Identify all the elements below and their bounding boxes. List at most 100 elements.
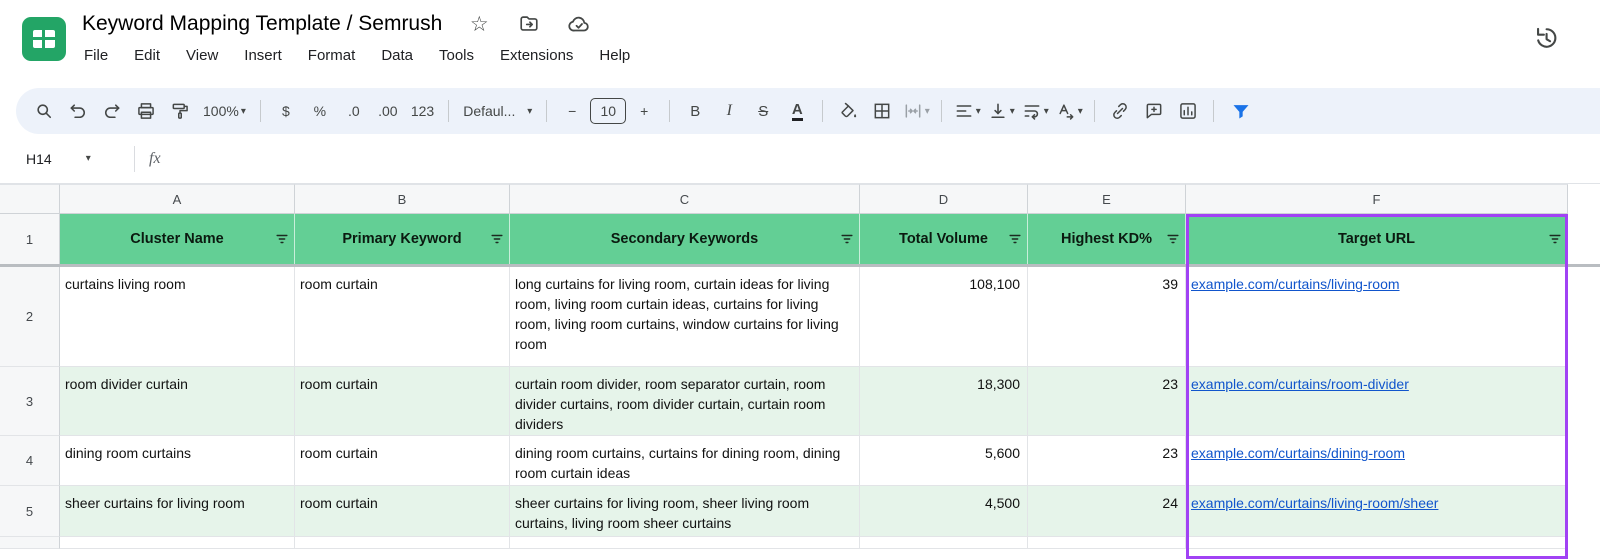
italic-button[interactable]: I <box>713 95 745 127</box>
cell-highest-kd[interactable]: 39 <box>1028 267 1186 367</box>
name-box[interactable]: H14 ▾ <box>0 151 130 167</box>
menu-data[interactable]: Data <box>381 47 413 64</box>
row-number[interactable] <box>0 537 60 549</box>
header-cell-secondary-keywords[interactable]: Secondary Keywords <box>510 214 860 264</box>
sheets-logo-icon[interactable] <box>22 17 66 61</box>
strikethrough-button[interactable]: S <box>747 95 779 127</box>
menu-tools[interactable]: Tools <box>439 47 474 64</box>
filter-icon[interactable] <box>1548 232 1562 246</box>
cloud-status-icon[interactable] <box>566 11 592 37</box>
insert-link-icon[interactable] <box>1104 95 1136 127</box>
column-header-c[interactable]: C <box>510 184 860 214</box>
target-url-link[interactable]: example.com/curtains/room-divider <box>1191 376 1409 392</box>
insert-chart-icon[interactable] <box>1172 95 1204 127</box>
cell-primary-keyword[interactable]: room curtain <box>295 267 510 367</box>
undo-icon[interactable] <box>62 95 94 127</box>
version-history-icon[interactable] <box>1530 22 1562 54</box>
cell-total-volume[interactable]: 5,600 <box>860 436 1028 486</box>
fill-color-icon[interactable] <box>832 95 864 127</box>
menu-edit[interactable]: Edit <box>134 47 160 64</box>
filter-icon[interactable] <box>1008 232 1022 246</box>
cell-empty[interactable] <box>1186 537 1568 549</box>
row-number[interactable]: 2 <box>0 267 60 367</box>
cell-total-volume[interactable]: 108,100 <box>860 267 1028 367</box>
star-icon[interactable]: ☆ <box>466 11 492 37</box>
cell-empty[interactable] <box>860 537 1028 549</box>
font-size-input[interactable]: 10 <box>590 98 627 124</box>
text-color-button[interactable]: A <box>781 95 813 127</box>
cell-highest-kd[interactable]: 24 <box>1028 486 1186 537</box>
decrease-font-size-button[interactable]: − <box>556 95 588 127</box>
cell-empty[interactable] <box>295 537 510 549</box>
vertical-align-icon[interactable]: ▾ <box>985 95 1017 127</box>
row-number[interactable]: 3 <box>0 367 60 436</box>
format-currency-button[interactable]: $ <box>270 95 302 127</box>
header-cell-target-url[interactable]: Target URL <box>1186 214 1568 264</box>
cell-highest-kd[interactable]: 23 <box>1028 367 1186 436</box>
insert-comment-icon[interactable] <box>1138 95 1170 127</box>
cell-secondary-keywords[interactable]: dining room curtains, curtains for dinin… <box>510 436 860 486</box>
column-header-b[interactable]: B <box>295 184 510 214</box>
search-icon[interactable] <box>28 95 60 127</box>
cell-cluster-name[interactable]: room divider curtain <box>60 367 295 436</box>
cell-cluster-name[interactable]: dining room curtains <box>60 436 295 486</box>
text-rotation-icon[interactable]: ▾ <box>1053 95 1085 127</box>
cell-primary-keyword[interactable]: room curtain <box>295 486 510 537</box>
row-number[interactable]: 1 <box>0 214 60 264</box>
cell-target-url[interactable]: example.com/curtains/dining-room <box>1186 436 1568 486</box>
font-select[interactable]: Defaul... ▾ <box>458 95 537 127</box>
target-url-link[interactable]: example.com/curtains/living-room/sheer <box>1191 495 1438 511</box>
menu-extensions[interactable]: Extensions <box>500 47 573 64</box>
cell-empty[interactable] <box>510 537 860 549</box>
increase-decimals-button[interactable]: .00 <box>372 95 404 127</box>
move-folder-icon[interactable] <box>516 11 542 37</box>
decrease-decimals-button[interactable]: .0 <box>338 95 370 127</box>
column-header-d[interactable]: D <box>860 184 1028 214</box>
row-number[interactable]: 5 <box>0 486 60 537</box>
cell-cluster-name[interactable]: sheer curtains for living room <box>60 486 295 537</box>
menu-format[interactable]: Format <box>308 47 356 64</box>
cell-empty[interactable] <box>60 537 295 549</box>
horizontal-align-icon[interactable]: ▾ <box>951 95 983 127</box>
cell-highest-kd[interactable]: 23 <box>1028 436 1186 486</box>
filter-icon[interactable] <box>490 232 504 246</box>
menu-file[interactable]: File <box>84 47 108 64</box>
cell-primary-keyword[interactable]: room curtain <box>295 436 510 486</box>
document-title[interactable]: Keyword Mapping Template / Semrush <box>82 12 442 36</box>
filter-icon[interactable] <box>840 232 854 246</box>
menu-insert[interactable]: Insert <box>244 47 282 64</box>
cell-primary-keyword[interactable]: room curtain <box>295 367 510 436</box>
cell-total-volume[interactable]: 18,300 <box>860 367 1028 436</box>
header-cell-highest-kd[interactable]: Highest KD% <box>1028 214 1186 264</box>
header-cell-cluster-name[interactable]: Cluster Name <box>60 214 295 264</box>
cell-secondary-keywords[interactable]: curtain room divider, room separator cur… <box>510 367 860 436</box>
menu-view[interactable]: View <box>186 47 218 64</box>
cell-total-volume[interactable]: 4,500 <box>860 486 1028 537</box>
cell-cluster-name[interactable]: curtains living room <box>60 267 295 367</box>
print-icon[interactable] <box>130 95 162 127</box>
cell-secondary-keywords[interactable]: sheer curtains for living room, sheer li… <box>510 486 860 537</box>
cell-target-url[interactable]: example.com/curtains/room-divider <box>1186 367 1568 436</box>
more-formats-button[interactable]: 123 <box>406 95 439 127</box>
target-url-link[interactable]: example.com/curtains/dining-room <box>1191 445 1405 461</box>
filter-icon[interactable] <box>275 232 289 246</box>
paint-format-icon[interactable] <box>164 95 196 127</box>
header-cell-total-volume[interactable]: Total Volume <box>860 214 1028 264</box>
cell-target-url[interactable]: example.com/curtains/living-room/sheer <box>1186 486 1568 537</box>
select-all-corner[interactable] <box>0 184 60 214</box>
zoom-select[interactable]: 100% ▾ <box>198 95 251 127</box>
redo-icon[interactable] <box>96 95 128 127</box>
menu-help[interactable]: Help <box>599 47 630 64</box>
increase-font-size-button[interactable]: + <box>628 95 660 127</box>
column-header-a[interactable]: A <box>60 184 295 214</box>
create-filter-icon[interactable] <box>1225 95 1257 127</box>
row-number[interactable]: 4 <box>0 436 60 486</box>
filter-icon[interactable] <box>1166 232 1180 246</box>
header-cell-primary-keyword[interactable]: Primary Keyword <box>295 214 510 264</box>
cell-secondary-keywords[interactable]: long curtains for living room, curtain i… <box>510 267 860 367</box>
cell-empty[interactable] <box>1028 537 1186 549</box>
format-percent-button[interactable]: % <box>304 95 336 127</box>
column-header-e[interactable]: E <box>1028 184 1186 214</box>
merge-cells-icon[interactable]: ▾ <box>900 95 932 127</box>
target-url-link[interactable]: example.com/curtains/living-room <box>1191 276 1400 292</box>
